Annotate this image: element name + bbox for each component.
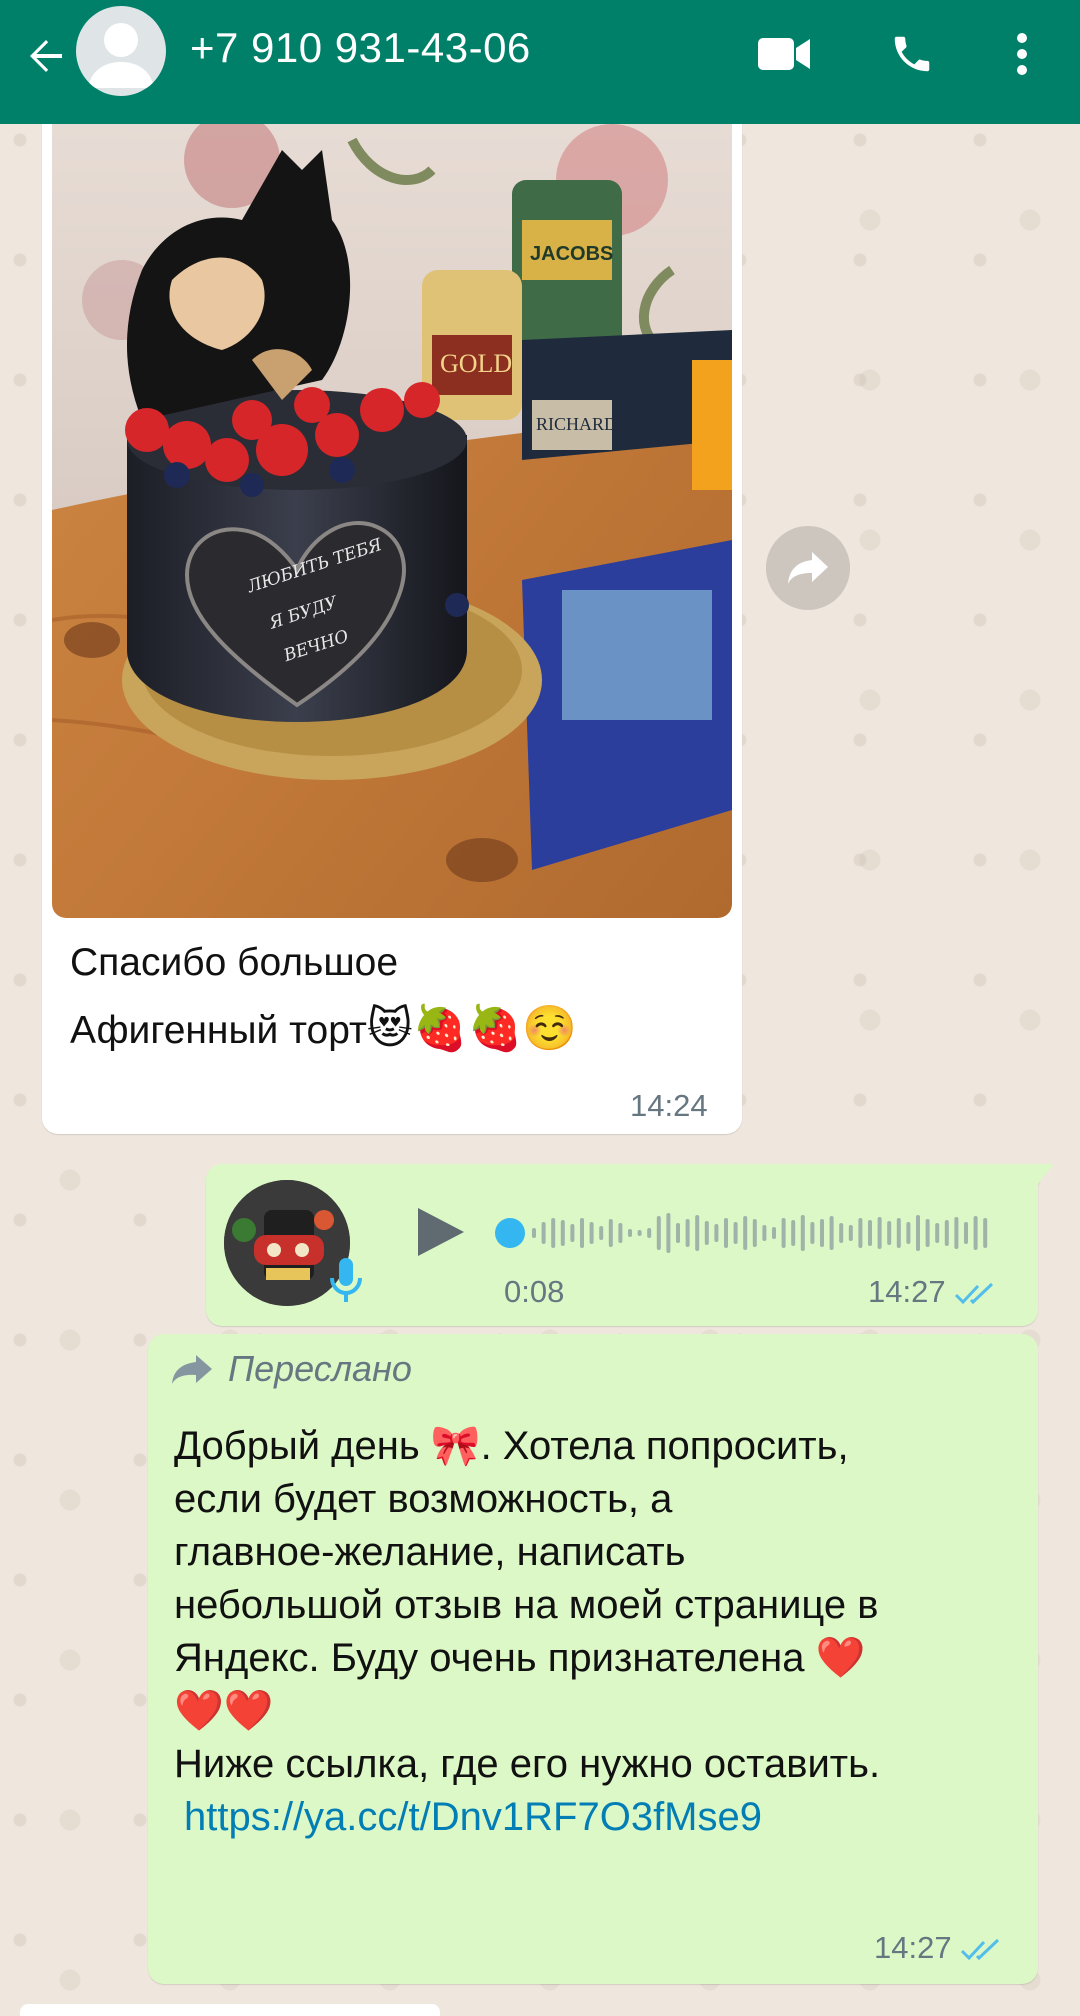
waveform-bar xyxy=(704,1221,709,1245)
forwarded-label: Переслано xyxy=(170,1348,412,1390)
waveform-bar xyxy=(551,1218,556,1248)
waveform-bar xyxy=(973,1216,978,1250)
waveform-bar xyxy=(839,1223,844,1243)
body-line-5: Яндекс. Буду очень признателена ❤️ xyxy=(174,1636,866,1680)
next-message-edge xyxy=(20,2004,440,2016)
waveform-bar xyxy=(599,1226,604,1240)
waveform-bar xyxy=(628,1229,632,1237)
incoming-photo-message[interactable]: JACOBS GOLD RICHARD ЛЮБИТЬ ТЕБЯ Я БУДУ В… xyxy=(42,100,742,1134)
incoming-time: 14:24 xyxy=(630,1088,708,1123)
body-line-3: главное-желание, написать xyxy=(174,1530,686,1574)
waveform-bar xyxy=(887,1221,892,1245)
gold-label: GOLD xyxy=(440,349,512,378)
waveform-bar xyxy=(560,1220,565,1246)
waveform-bar xyxy=(916,1215,920,1251)
cake-photo[interactable]: JACOBS GOLD RICHARD ЛЮБИТЬ ТЕБЯ Я БУДУ В… xyxy=(52,100,732,918)
waveform-bar xyxy=(695,1215,700,1251)
voice-duration: 0:08 xyxy=(504,1274,565,1309)
waveform-bar xyxy=(954,1217,959,1249)
waveform-bar xyxy=(829,1216,834,1250)
body-line-2: если будет возможность, а xyxy=(174,1477,673,1521)
forwarded-label-text: Переслано xyxy=(228,1348,412,1389)
voice-time-row: 14:27 xyxy=(868,1274,998,1310)
waveform-bar xyxy=(983,1218,988,1248)
waveform-bar xyxy=(877,1217,882,1249)
video-call-icon[interactable] xyxy=(752,22,816,86)
read-ticks-icon xyxy=(955,1282,994,1304)
body-line-1: Добрый день 🎀. Хотела попросить, xyxy=(174,1424,849,1468)
photo-caption: Спасибо большое Афигенный торт😻🍓🍓☺️ xyxy=(70,930,577,1064)
waveform-bar xyxy=(724,1218,728,1248)
read-ticks-icon xyxy=(961,1938,1000,1960)
waveform-bar xyxy=(743,1216,748,1250)
caption-emojis: 😻🍓🍓☺️ xyxy=(366,1003,578,1054)
waveform-bar xyxy=(800,1215,805,1251)
body-line-4: небольшой отзыв на моей странице в xyxy=(174,1583,879,1627)
waveform-bar xyxy=(896,1218,901,1248)
waveform-bar xyxy=(791,1220,796,1246)
waveform-bar xyxy=(964,1222,968,1244)
waveform-bar xyxy=(772,1227,776,1239)
body-line-7: Ниже ссылка, где его нужно оставить. xyxy=(174,1742,881,1786)
waveform-bar xyxy=(733,1222,738,1244)
waveform-bar xyxy=(714,1224,719,1242)
waveform-bar xyxy=(656,1216,661,1250)
back-arrow-icon[interactable] xyxy=(16,26,76,86)
waveform-bar xyxy=(676,1223,680,1243)
voice-progress-knob xyxy=(495,1218,525,1248)
waveform-bar xyxy=(762,1225,767,1241)
review-link[interactable]: https://ya.cc/t/Dnv1RF7O3fMse9 xyxy=(184,1795,762,1839)
waveform-bar xyxy=(848,1225,853,1241)
waveform-bar xyxy=(570,1224,575,1242)
waveform-bar xyxy=(858,1218,863,1248)
waveform-bar xyxy=(637,1230,642,1236)
waveform-bar xyxy=(647,1228,652,1238)
chat-header: +7 910 931-43-06 xyxy=(0,0,1080,124)
jacobs-label: JACOBS xyxy=(530,243,613,265)
waveform-bar xyxy=(944,1220,949,1246)
waveform-bar xyxy=(868,1220,872,1246)
forwarded-time: 14:27 xyxy=(874,1930,952,1965)
waveform-bar xyxy=(820,1219,824,1247)
caption-line-2: Афигенный торт xyxy=(70,1009,367,1052)
microphone-icon xyxy=(328,1256,364,1306)
waveform-bar xyxy=(580,1218,584,1248)
waveform-bar xyxy=(810,1222,815,1244)
phone-call-icon[interactable] xyxy=(880,22,944,86)
outgoing-voice-message[interactable]: 0:08 14:27 xyxy=(206,1164,1054,1326)
caption-line-1: Спасибо большое xyxy=(70,941,399,984)
waveform-bar xyxy=(685,1219,690,1247)
play-icon[interactable] xyxy=(404,1200,468,1264)
waveform-bar xyxy=(781,1218,786,1248)
waveform-bar xyxy=(608,1219,613,1247)
waveform-bar xyxy=(935,1223,940,1243)
voice-waveform[interactable] xyxy=(486,1198,1006,1268)
voice-time: 14:27 xyxy=(868,1274,946,1309)
forwarded-body: Добрый день 🎀. Хотела попросить, если бу… xyxy=(174,1420,1024,1844)
body-line-6: ❤️❤️ xyxy=(174,1689,274,1733)
forwarded-arrow-icon xyxy=(172,1355,212,1384)
waveform-bar xyxy=(532,1228,536,1238)
waveform-bar xyxy=(666,1213,671,1253)
waveform-bar xyxy=(925,1219,930,1247)
waveform-bar xyxy=(589,1222,594,1244)
richard-label: RICHARD xyxy=(536,414,617,434)
contact-name[interactable]: +7 910 931-43-06 xyxy=(190,24,531,72)
waveform-bar xyxy=(618,1223,623,1243)
avatar-placeholder-icon xyxy=(88,23,154,88)
more-vert-icon[interactable] xyxy=(990,22,1054,86)
waveform-bar xyxy=(541,1222,546,1244)
outgoing-forwarded-message[interactable]: Переслано Добрый день 🎀. Хотела попросит… xyxy=(148,1334,1038,1984)
forwarded-time-row: 14:27 xyxy=(874,1930,1004,1966)
waveform-bar xyxy=(752,1219,757,1247)
forward-shortcut-icon[interactable] xyxy=(766,526,850,610)
contact-avatar[interactable] xyxy=(76,6,166,96)
waveform-bar xyxy=(906,1222,911,1244)
